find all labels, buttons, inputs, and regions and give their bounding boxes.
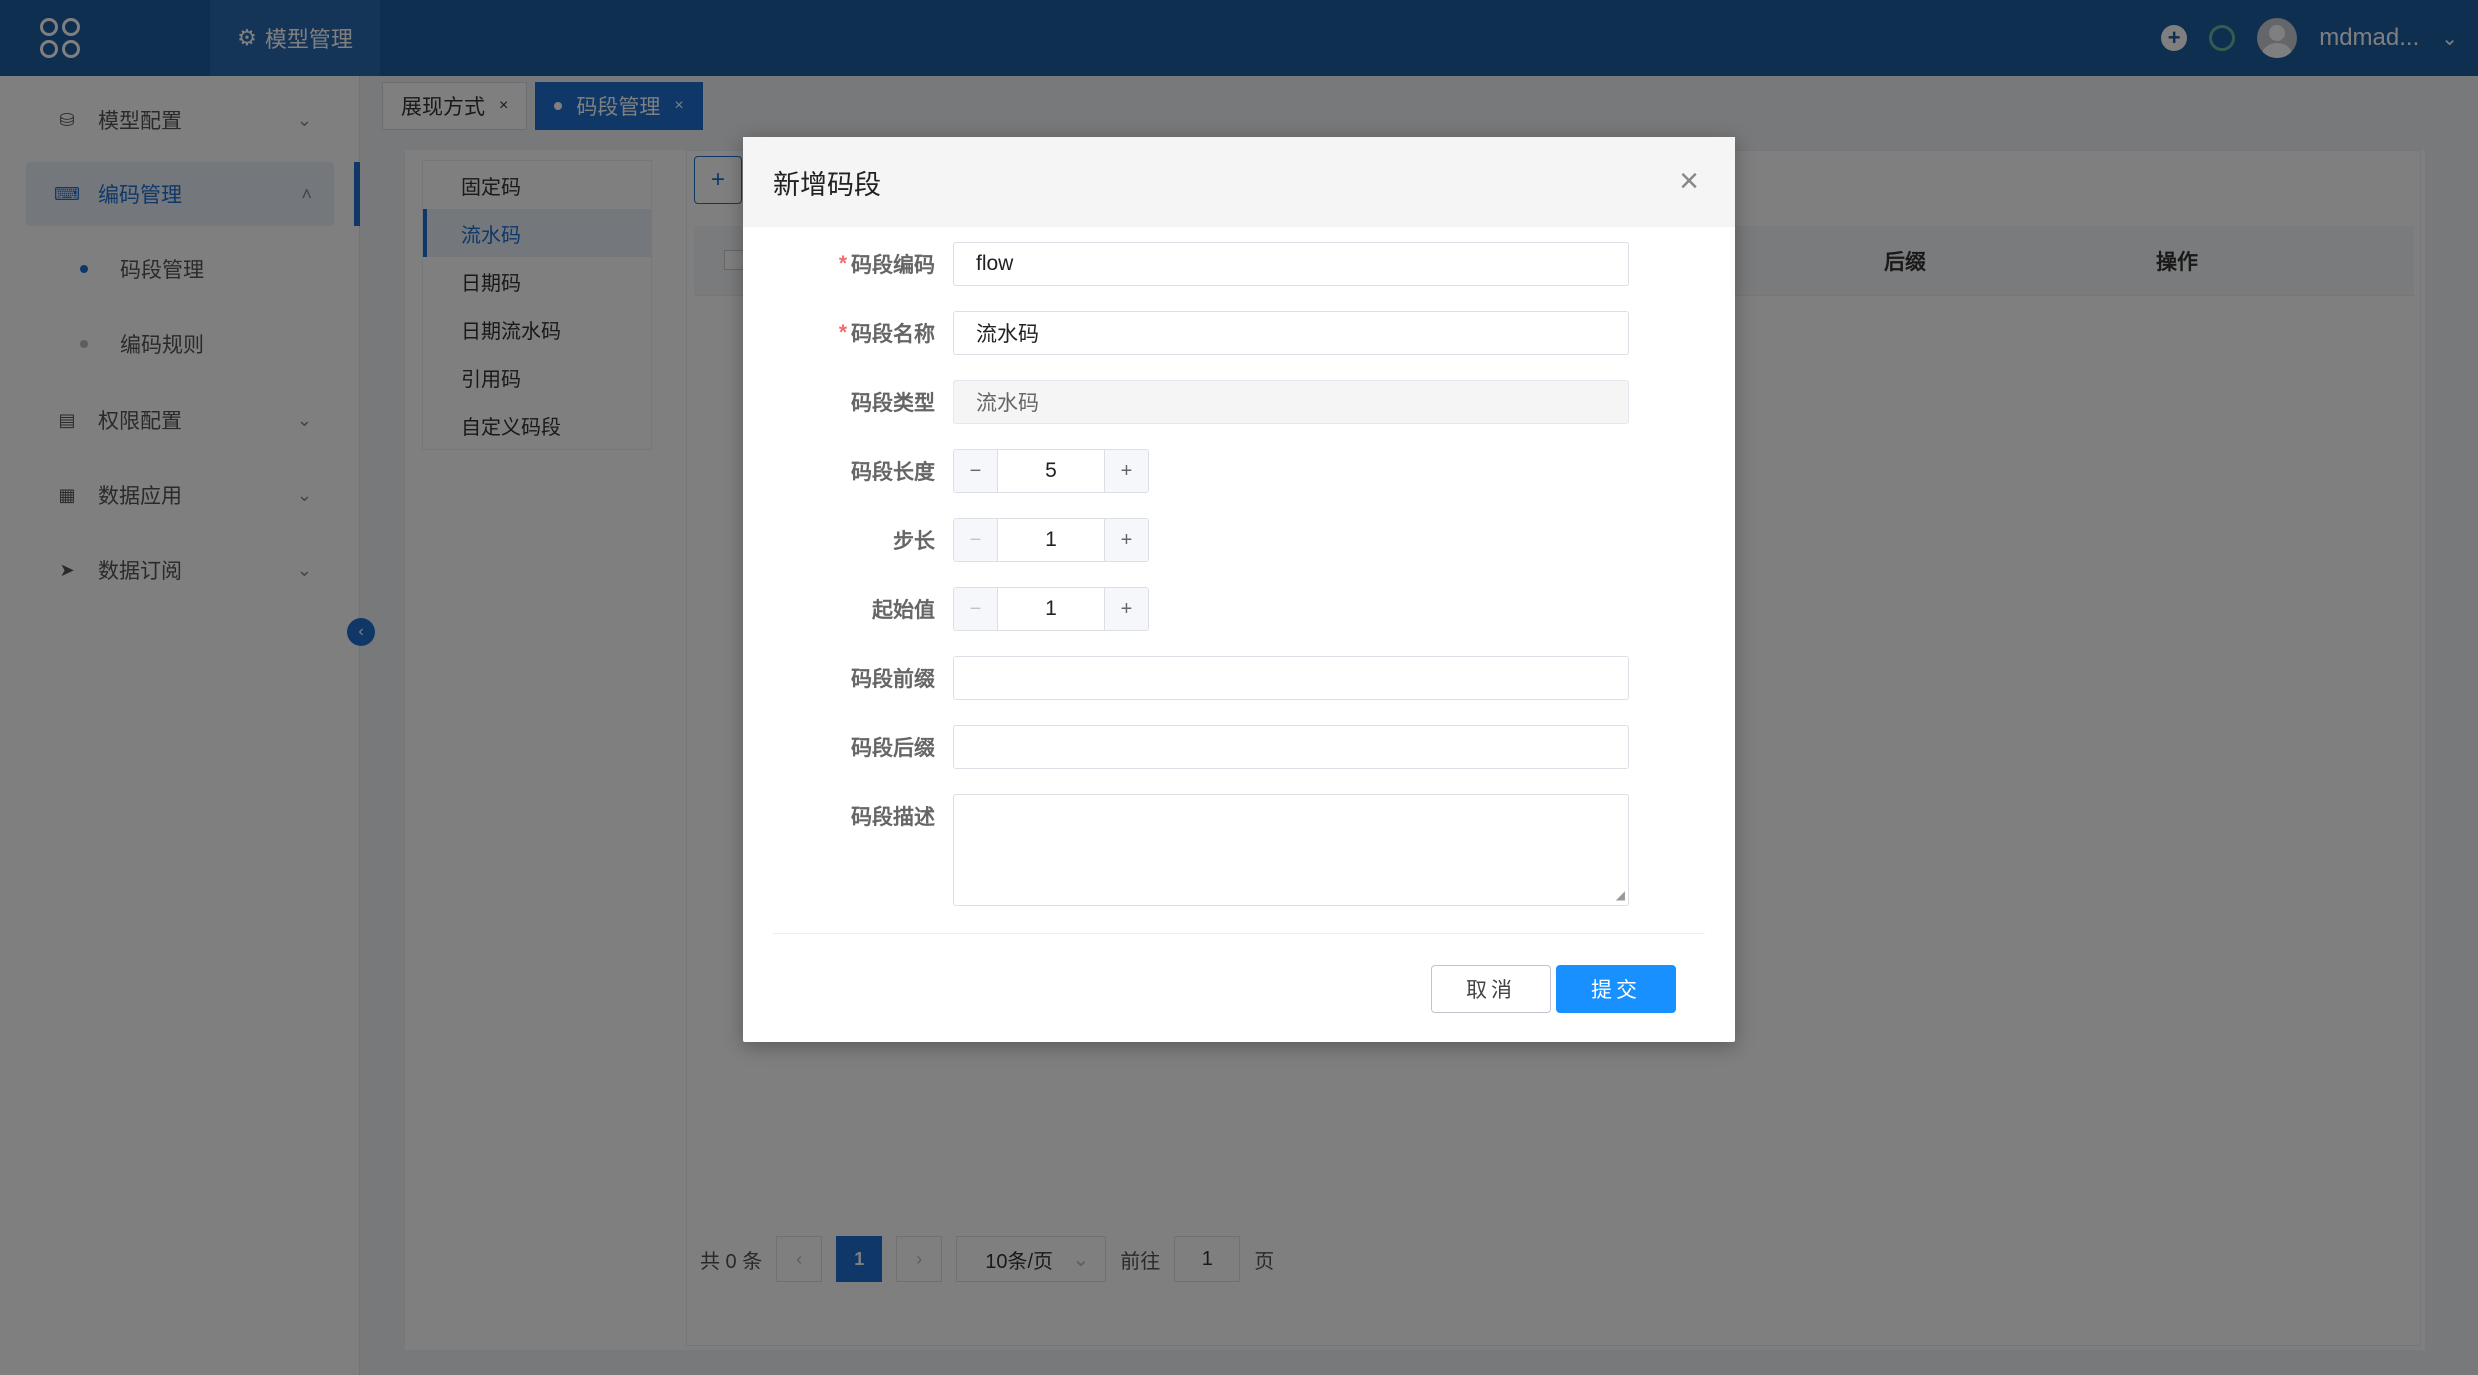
form-row-suffix: 码段后缀 <box>743 725 1735 769</box>
start-value-stepper: − 1 + <box>953 587 1149 631</box>
increment-button[interactable]: + <box>1104 450 1148 492</box>
segment-length-stepper: − 5 + <box>953 449 1149 493</box>
segment-code-input[interactable]: flow <box>953 242 1629 286</box>
close-icon[interactable]: × <box>1673 164 1705 198</box>
field-label: 码段长度 <box>851 461 935 484</box>
form-row-step: 步长 − 1 + <box>743 518 1735 562</box>
segment-prefix-input[interactable] <box>953 656 1629 700</box>
increment-button[interactable]: + <box>1104 588 1148 630</box>
step-stepper: − 1 + <box>953 518 1149 562</box>
form-row-name: * 码段名称 流水码 <box>743 311 1735 355</box>
form-row-code: * 码段编码 flow <box>743 242 1735 286</box>
field-label: * 码段名称 <box>838 321 935 346</box>
decrement-button[interactable]: − <box>954 588 998 630</box>
field-label: 码段类型 <box>851 392 935 415</box>
resize-handle-icon[interactable]: ◢ <box>1616 888 1625 902</box>
increment-button[interactable]: + <box>1104 519 1148 561</box>
dialog-title: 新增码段 <box>773 169 881 200</box>
field-label: 码段后缀 <box>851 737 935 760</box>
form-row-start: 起始值 − 1 + <box>743 587 1735 631</box>
stepper-value[interactable]: 1 <box>998 588 1104 630</box>
field-label: 码段前缀 <box>851 668 935 691</box>
submit-button[interactable]: 提交 <box>1556 965 1676 1013</box>
stepper-value[interactable]: 5 <box>998 450 1104 492</box>
form-row-desc: 码段描述 ◢ <box>743 794 1735 906</box>
field-label: * 码段编码 <box>838 252 935 277</box>
dialog-divider <box>773 933 1705 934</box>
field-label: 码段描述 <box>851 806 935 829</box>
required-mark: * <box>838 321 847 344</box>
decrement-button[interactable]: − <box>954 519 998 561</box>
segment-suffix-input[interactable] <box>953 725 1629 769</box>
segment-name-input[interactable]: 流水码 <box>953 311 1629 355</box>
required-mark: * <box>838 252 847 275</box>
stepper-value[interactable]: 1 <box>998 519 1104 561</box>
form-row-prefix: 码段前缀 <box>743 656 1735 700</box>
cancel-button[interactable]: 取消 <box>1431 965 1551 1013</box>
form-row-length: 码段长度 − 5 + <box>743 449 1735 493</box>
decrement-button[interactable]: − <box>954 450 998 492</box>
form-row-type: 码段类型 流水码 <box>743 380 1735 424</box>
segment-type-input: 流水码 <box>953 380 1629 424</box>
field-label: 起始值 <box>872 599 935 622</box>
add-segment-dialog: 新增码段 × * 码段编码 flow * 码段名称 流水码 码段类型 流水码 码段长… <box>743 137 1735 1042</box>
field-label: 步长 <box>893 530 935 553</box>
segment-description-textarea[interactable]: ◢ <box>953 794 1629 906</box>
dialog-header: 新增码段 × <box>743 137 1735 227</box>
